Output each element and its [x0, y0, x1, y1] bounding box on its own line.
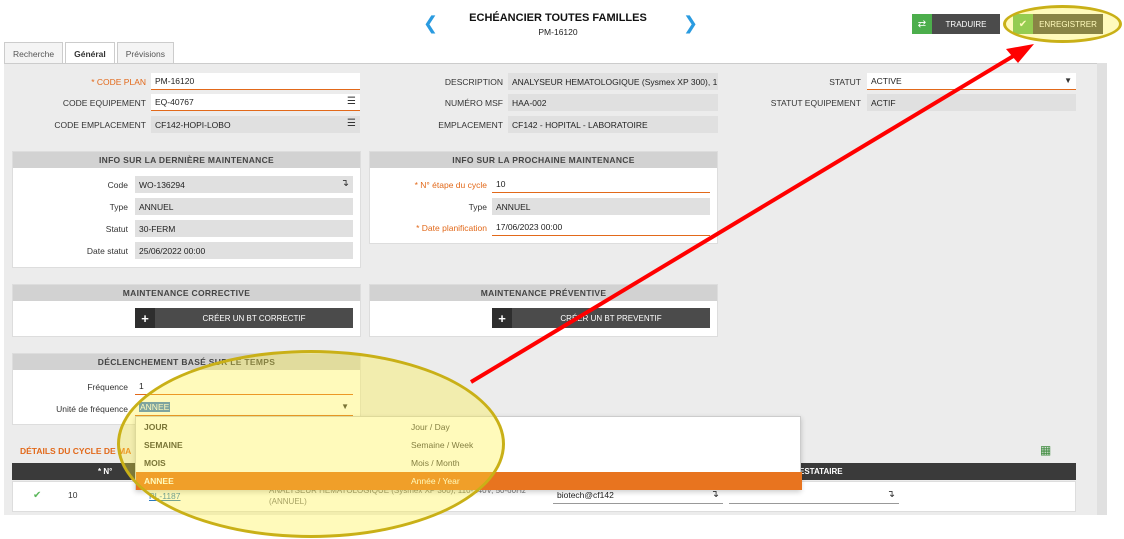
annotation-arrow — [469, 44, 1034, 384]
